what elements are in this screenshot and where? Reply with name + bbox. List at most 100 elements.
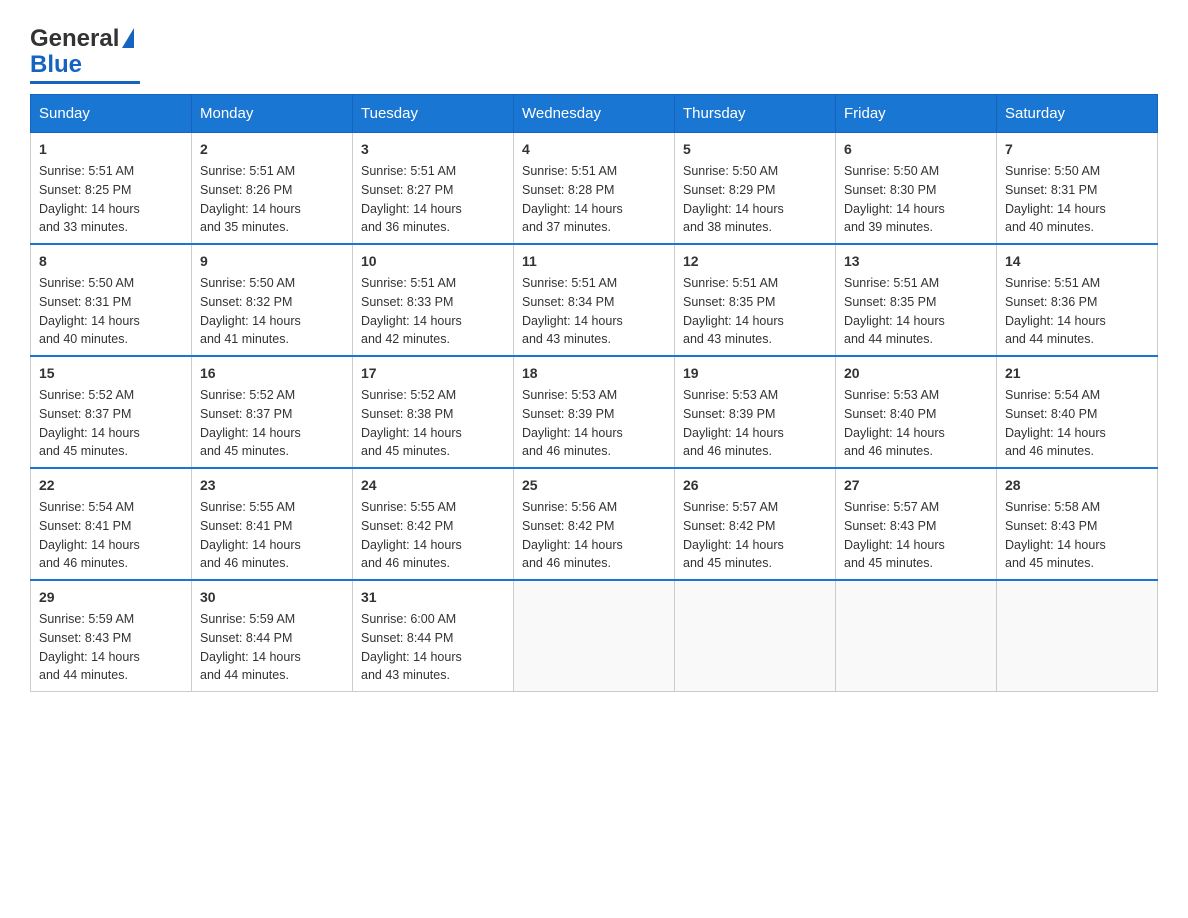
day-info: Sunrise: 5:50 AMSunset: 8:32 PMDaylight:… — [200, 274, 344, 349]
day-number: 30 — [200, 587, 344, 608]
day-number: 11 — [522, 251, 666, 272]
day-info: Sunrise: 5:51 AMSunset: 8:36 PMDaylight:… — [1005, 274, 1149, 349]
day-number: 8 — [39, 251, 183, 272]
calendar-cell: 5Sunrise: 5:50 AMSunset: 8:29 PMDaylight… — [675, 133, 836, 245]
calendar-table: SundayMondayTuesdayWednesdayThursdayFrid… — [30, 94, 1158, 692]
day-number: 4 — [522, 139, 666, 160]
logo-bar — [30, 81, 140, 84]
calendar-cell: 7Sunrise: 5:50 AMSunset: 8:31 PMDaylight… — [997, 133, 1158, 245]
day-info: Sunrise: 5:51 AMSunset: 8:25 PMDaylight:… — [39, 162, 183, 237]
day-number: 7 — [1005, 139, 1149, 160]
day-info: Sunrise: 5:52 AMSunset: 8:37 PMDaylight:… — [200, 386, 344, 461]
calendar-cell: 6Sunrise: 5:50 AMSunset: 8:30 PMDaylight… — [836, 133, 997, 245]
day-info: Sunrise: 5:57 AMSunset: 8:43 PMDaylight:… — [844, 498, 988, 573]
calendar-cell: 18Sunrise: 5:53 AMSunset: 8:39 PMDayligh… — [514, 356, 675, 468]
day-info: Sunrise: 5:53 AMSunset: 8:39 PMDaylight:… — [683, 386, 827, 461]
day-number: 14 — [1005, 251, 1149, 272]
day-info: Sunrise: 5:51 AMSunset: 8:34 PMDaylight:… — [522, 274, 666, 349]
day-info: Sunrise: 5:59 AMSunset: 8:43 PMDaylight:… — [39, 610, 183, 685]
calendar-week-row: 15Sunrise: 5:52 AMSunset: 8:37 PMDayligh… — [31, 356, 1158, 468]
day-number: 17 — [361, 363, 505, 384]
calendar-cell: 23Sunrise: 5:55 AMSunset: 8:41 PMDayligh… — [192, 468, 353, 580]
calendar-cell: 3Sunrise: 5:51 AMSunset: 8:27 PMDaylight… — [353, 133, 514, 245]
calendar-cell: 29Sunrise: 5:59 AMSunset: 8:43 PMDayligh… — [31, 580, 192, 692]
calendar-cell: 4Sunrise: 5:51 AMSunset: 8:28 PMDaylight… — [514, 133, 675, 245]
calendar-cell — [997, 580, 1158, 692]
calendar-cell: 30Sunrise: 5:59 AMSunset: 8:44 PMDayligh… — [192, 580, 353, 692]
day-number: 27 — [844, 475, 988, 496]
day-number: 26 — [683, 475, 827, 496]
calendar-cell — [836, 580, 997, 692]
logo-general-label: General — [30, 25, 119, 53]
calendar-cell: 20Sunrise: 5:53 AMSunset: 8:40 PMDayligh… — [836, 356, 997, 468]
day-number: 1 — [39, 139, 183, 160]
calendar-cell: 24Sunrise: 5:55 AMSunset: 8:42 PMDayligh… — [353, 468, 514, 580]
page-header: General Blue — [30, 20, 1158, 84]
logo-row2: Blue — [30, 51, 82, 79]
calendar-header-row: SundayMondayTuesdayWednesdayThursdayFrid… — [31, 95, 1158, 133]
column-header-friday: Friday — [836, 95, 997, 133]
calendar-cell: 11Sunrise: 5:51 AMSunset: 8:34 PMDayligh… — [514, 244, 675, 356]
day-number: 5 — [683, 139, 827, 160]
day-info: Sunrise: 5:51 AMSunset: 8:35 PMDaylight:… — [683, 274, 827, 349]
day-number: 22 — [39, 475, 183, 496]
day-info: Sunrise: 5:53 AMSunset: 8:39 PMDaylight:… — [522, 386, 666, 461]
calendar-cell: 8Sunrise: 5:50 AMSunset: 8:31 PMDaylight… — [31, 244, 192, 356]
logo-row1: General — [30, 25, 134, 53]
logo-chevron-icon — [122, 28, 134, 48]
calendar-cell: 28Sunrise: 5:58 AMSunset: 8:43 PMDayligh… — [997, 468, 1158, 580]
calendar-cell — [675, 580, 836, 692]
calendar-cell: 17Sunrise: 5:52 AMSunset: 8:38 PMDayligh… — [353, 356, 514, 468]
day-info: Sunrise: 5:54 AMSunset: 8:40 PMDaylight:… — [1005, 386, 1149, 461]
day-info: Sunrise: 5:51 AMSunset: 8:35 PMDaylight:… — [844, 274, 988, 349]
day-info: Sunrise: 5:53 AMSunset: 8:40 PMDaylight:… — [844, 386, 988, 461]
day-info: Sunrise: 5:50 AMSunset: 8:29 PMDaylight:… — [683, 162, 827, 237]
day-info: Sunrise: 5:51 AMSunset: 8:28 PMDaylight:… — [522, 162, 666, 237]
calendar-week-row: 1Sunrise: 5:51 AMSunset: 8:25 PMDaylight… — [31, 133, 1158, 245]
calendar-cell — [514, 580, 675, 692]
day-number: 29 — [39, 587, 183, 608]
calendar-cell: 22Sunrise: 5:54 AMSunset: 8:41 PMDayligh… — [31, 468, 192, 580]
day-info: Sunrise: 5:51 AMSunset: 8:27 PMDaylight:… — [361, 162, 505, 237]
calendar-cell: 26Sunrise: 5:57 AMSunset: 8:42 PMDayligh… — [675, 468, 836, 580]
day-info: Sunrise: 5:55 AMSunset: 8:42 PMDaylight:… — [361, 498, 505, 573]
day-info: Sunrise: 5:59 AMSunset: 8:44 PMDaylight:… — [200, 610, 344, 685]
day-number: 10 — [361, 251, 505, 272]
column-header-thursday: Thursday — [675, 95, 836, 133]
calendar-cell: 19Sunrise: 5:53 AMSunset: 8:39 PMDayligh… — [675, 356, 836, 468]
column-header-wednesday: Wednesday — [514, 95, 675, 133]
day-info: Sunrise: 5:50 AMSunset: 8:31 PMDaylight:… — [1005, 162, 1149, 237]
day-number: 23 — [200, 475, 344, 496]
day-info: Sunrise: 5:54 AMSunset: 8:41 PMDaylight:… — [39, 498, 183, 573]
day-number: 6 — [844, 139, 988, 160]
calendar-cell: 2Sunrise: 5:51 AMSunset: 8:26 PMDaylight… — [192, 133, 353, 245]
logo-blue-label: Blue — [30, 51, 82, 79]
calendar-cell: 16Sunrise: 5:52 AMSunset: 8:37 PMDayligh… — [192, 356, 353, 468]
day-info: Sunrise: 5:58 AMSunset: 8:43 PMDaylight:… — [1005, 498, 1149, 573]
column-header-tuesday: Tuesday — [353, 95, 514, 133]
day-number: 13 — [844, 251, 988, 272]
day-number: 20 — [844, 363, 988, 384]
day-info: Sunrise: 5:52 AMSunset: 8:37 PMDaylight:… — [39, 386, 183, 461]
day-info: Sunrise: 5:57 AMSunset: 8:42 PMDaylight:… — [683, 498, 827, 573]
logo: General Blue — [30, 20, 140, 84]
calendar-cell: 13Sunrise: 5:51 AMSunset: 8:35 PMDayligh… — [836, 244, 997, 356]
day-info: Sunrise: 5:51 AMSunset: 8:33 PMDaylight:… — [361, 274, 505, 349]
day-number: 15 — [39, 363, 183, 384]
day-number: 16 — [200, 363, 344, 384]
calendar-cell: 12Sunrise: 5:51 AMSunset: 8:35 PMDayligh… — [675, 244, 836, 356]
calendar-week-row: 29Sunrise: 5:59 AMSunset: 8:43 PMDayligh… — [31, 580, 1158, 692]
column-header-saturday: Saturday — [997, 95, 1158, 133]
day-number: 28 — [1005, 475, 1149, 496]
day-number: 18 — [522, 363, 666, 384]
calendar-cell: 10Sunrise: 5:51 AMSunset: 8:33 PMDayligh… — [353, 244, 514, 356]
calendar-cell: 1Sunrise: 5:51 AMSunset: 8:25 PMDaylight… — [31, 133, 192, 245]
calendar-cell: 27Sunrise: 5:57 AMSunset: 8:43 PMDayligh… — [836, 468, 997, 580]
day-number: 2 — [200, 139, 344, 160]
day-info: Sunrise: 5:51 AMSunset: 8:26 PMDaylight:… — [200, 162, 344, 237]
calendar-week-row: 22Sunrise: 5:54 AMSunset: 8:41 PMDayligh… — [31, 468, 1158, 580]
calendar-cell: 21Sunrise: 5:54 AMSunset: 8:40 PMDayligh… — [997, 356, 1158, 468]
day-number: 19 — [683, 363, 827, 384]
day-info: Sunrise: 6:00 AMSunset: 8:44 PMDaylight:… — [361, 610, 505, 685]
day-number: 21 — [1005, 363, 1149, 384]
